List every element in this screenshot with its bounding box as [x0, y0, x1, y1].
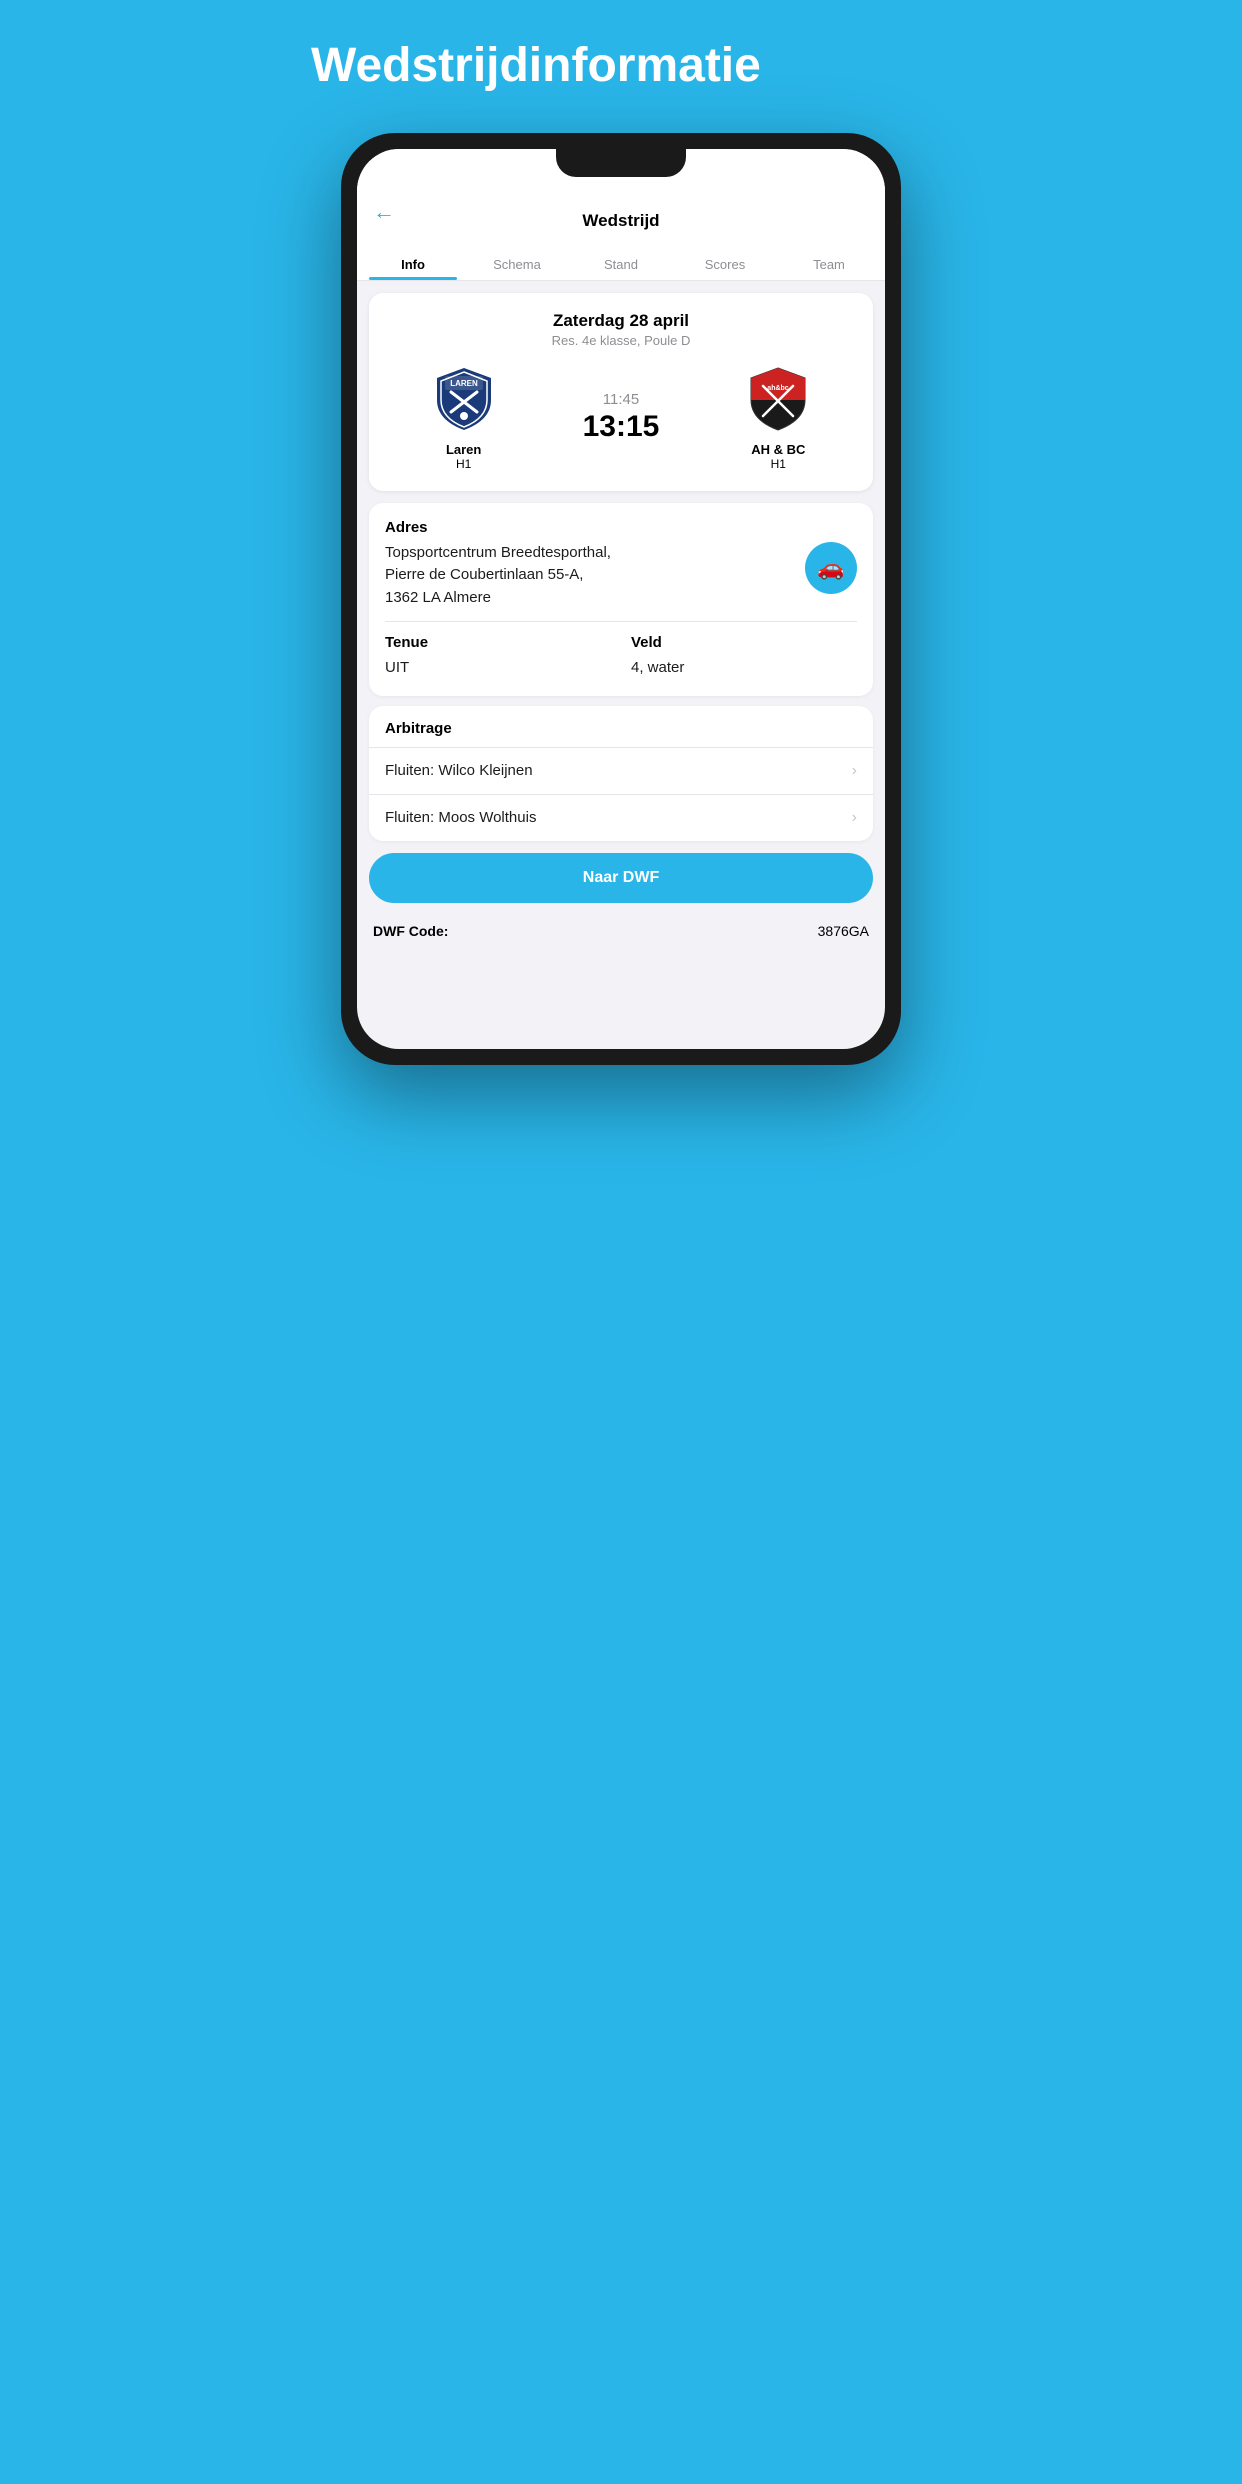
- match-teams: LAREN Laren H1 11:45 13:15: [385, 364, 857, 471]
- home-team: LAREN Laren H1: [385, 364, 542, 471]
- home-team-name: Laren: [446, 442, 481, 457]
- address-section: Adres Topsportcentrum Breedtesporthal,Pi…: [369, 503, 873, 696]
- veld-section: Veld 4, water: [631, 634, 857, 680]
- naar-dwf-label: Naar DWF: [583, 869, 659, 886]
- car-icon: 🚗: [817, 555, 844, 581]
- address-value: Topsportcentrum Breedtesporthal,Pierre d…: [385, 542, 611, 610]
- tab-team[interactable]: Team: [777, 247, 881, 280]
- header-title: Wedstrijd: [582, 199, 659, 247]
- tenue-label: Tenue: [385, 634, 611, 651]
- tab-scores[interactable]: Scores: [673, 247, 777, 280]
- dwf-code-row: DWF Code: 3876GA: [357, 911, 885, 955]
- tenue-section: Tenue UIT: [385, 634, 611, 680]
- away-team-name: AH & BC: [751, 442, 805, 457]
- home-team-sub: H1: [456, 457, 471, 471]
- away-team-logo: ah&bc: [743, 364, 813, 434]
- match-card: Zaterdag 28 april Res. 4e klasse, Poule …: [369, 293, 873, 491]
- veld-label: Veld: [631, 634, 857, 651]
- map-button[interactable]: 🚗: [805, 542, 857, 594]
- arbitrage-item-2[interactable]: Fluiten: Moos Wolthuis ›: [369, 794, 873, 841]
- arbitrage-item-1[interactable]: Fluiten: Wilco Kleijnen ›: [369, 747, 873, 794]
- tabs-bar: Info Schema Stand Scores Team: [357, 247, 885, 281]
- back-button[interactable]: ←: [373, 199, 395, 225]
- naar-dwf-button[interactable]: Naar DWF: [369, 853, 873, 903]
- veld-value: 4, water: [631, 657, 857, 680]
- phone-notch: [556, 149, 686, 177]
- page-background-title: Wedstrijdinformatie: [311, 40, 931, 93]
- tab-schema[interactable]: Schema: [465, 247, 569, 280]
- svg-text:ah&bc: ah&bc: [768, 385, 790, 392]
- svg-text:LAREN: LAREN: [450, 379, 478, 388]
- dwf-code-value: 3876GA: [818, 923, 869, 939]
- phone-screen: ← Wedstrijd Info Schema Stand Scores Tea…: [357, 149, 885, 1049]
- match-subtitle: Res. 4e klasse, Poule D: [385, 333, 857, 348]
- kickoff-time: 13:15: [583, 410, 660, 444]
- phone-frame: ← Wedstrijd Info Schema Stand Scores Tea…: [341, 133, 901, 1065]
- tenue-value: UIT: [385, 657, 611, 680]
- match-date: Zaterdag 28 april: [385, 311, 857, 331]
- away-team: ah&bc AH & BC H1: [700, 364, 857, 471]
- arbitrage-label: Arbitrage: [369, 706, 873, 747]
- arbitrage-referee-2: Fluiten: Moos Wolthuis: [385, 809, 536, 826]
- app-content: ← Wedstrijd Info Schema Stand Scores Tea…: [357, 149, 885, 1049]
- arbitrage-section: Arbitrage Fluiten: Wilco Kleijnen › Flui…: [369, 706, 873, 841]
- tenue-veld-row: Tenue UIT Veld 4, water: [385, 634, 857, 680]
- chevron-right-icon-2: ›: [852, 809, 857, 827]
- arbitrage-referee-1: Fluiten: Wilco Kleijnen: [385, 762, 533, 779]
- divider-1: [385, 621, 857, 622]
- scheduled-time: 11:45: [603, 391, 639, 408]
- address-label: Adres: [385, 519, 857, 536]
- home-team-logo: LAREN: [429, 364, 499, 434]
- score-area: 11:45 13:15: [542, 391, 699, 444]
- tab-info[interactable]: Info: [361, 247, 465, 280]
- dwf-code-label: DWF Code:: [373, 923, 448, 939]
- address-row: Topsportcentrum Breedtesporthal,Pierre d…: [385, 542, 857, 610]
- away-team-sub: H1: [771, 457, 786, 471]
- chevron-right-icon-1: ›: [852, 762, 857, 780]
- tab-stand[interactable]: Stand: [569, 247, 673, 280]
